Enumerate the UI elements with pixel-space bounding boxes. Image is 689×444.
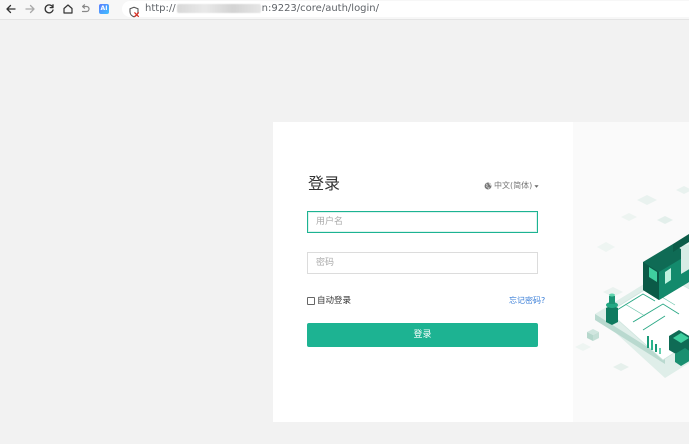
- forgot-password-link[interactable]: 忘记密码?: [509, 296, 545, 306]
- language-label: 中文(简体): [494, 181, 533, 190]
- login-button[interactable]: 登录: [307, 323, 538, 347]
- redacted-host: [176, 3, 261, 13]
- back-arrow-icon[interactable]: [3, 1, 19, 17]
- ai-assistant-icon[interactable]: AI: [99, 4, 109, 14]
- isometric-city-illustration: [575, 186, 689, 378]
- forward-arrow-icon[interactable]: [22, 1, 38, 17]
- login-title: 登录: [308, 174, 341, 193]
- illustration-panel: [573, 122, 689, 422]
- url-suffix: n:9223/core/auth/login/: [261, 3, 380, 14]
- username-input[interactable]: [307, 211, 538, 233]
- url-text[interactable]: http:// n:9223/core/auth/login/: [145, 3, 379, 15]
- url-prefix: http://: [145, 3, 176, 14]
- caret-down-icon: [534, 184, 539, 188]
- remember-checkbox[interactable]: [307, 297, 315, 305]
- remember-label: 自动登录: [317, 296, 352, 306]
- reload-icon[interactable]: [41, 1, 57, 17]
- home-icon[interactable]: [60, 1, 76, 17]
- globe-icon: [484, 182, 492, 190]
- not-secure-icon[interactable]: [128, 3, 140, 18]
- language-selector[interactable]: 中文(简体): [484, 181, 539, 191]
- password-input[interactable]: [307, 252, 538, 274]
- remember-me[interactable]: 自动登录: [307, 296, 351, 306]
- browser-toolbar: AI http:// n:9223/core/auth/login/: [0, 0, 689, 20]
- undo-icon[interactable]: [77, 1, 93, 17]
